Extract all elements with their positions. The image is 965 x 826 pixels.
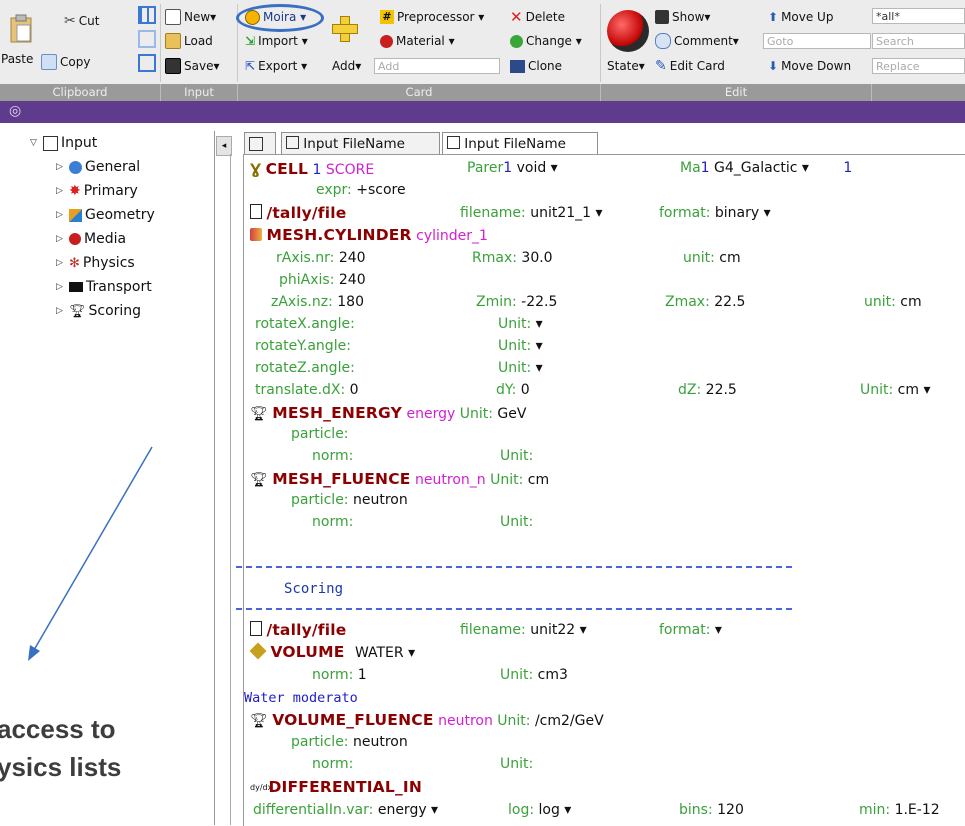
annotation-line: access to — [0, 714, 116, 744]
annotation-line: ysics lists — [0, 752, 122, 782]
annotation-text: access to ysics lists — [0, 710, 121, 786]
annotation-arrow — [28, 446, 153, 661]
